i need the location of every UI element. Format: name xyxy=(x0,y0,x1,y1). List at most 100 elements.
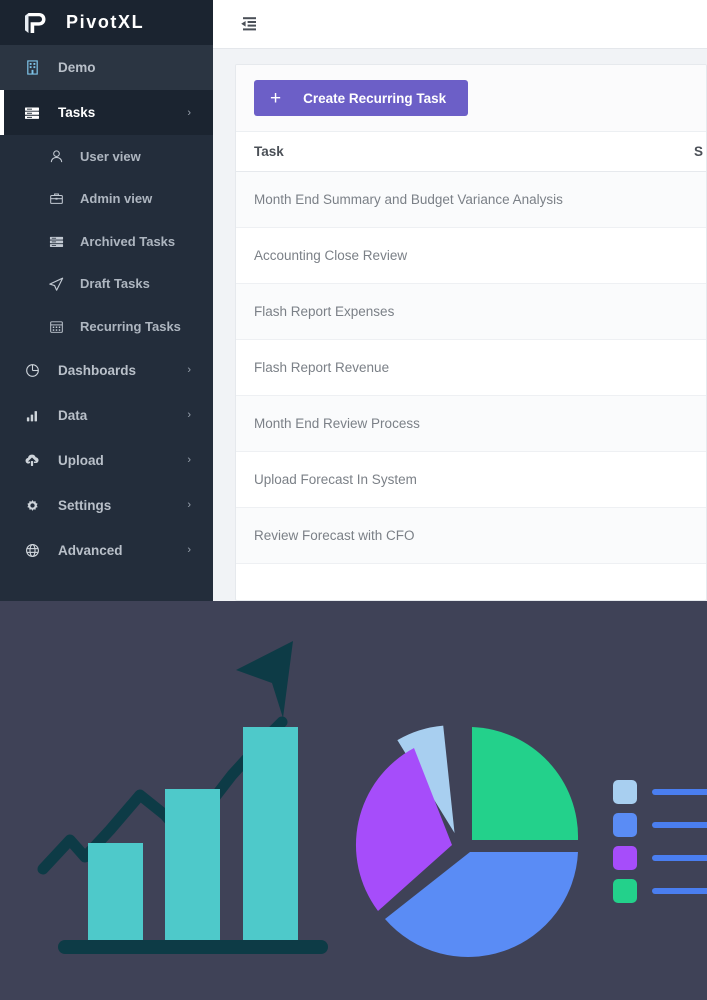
sidebar-item-data[interactable]: Data › xyxy=(0,393,213,438)
chevron-right-icon: › xyxy=(187,106,191,119)
briefcase-icon xyxy=(46,191,66,206)
legend-line-green xyxy=(652,888,707,894)
sidebar-item-draft-tasks[interactable]: Draft Tasks xyxy=(0,263,213,306)
chevron-right-icon: › xyxy=(187,499,191,511)
illustration-svg xyxy=(37,641,707,957)
sidebar-item-tasks[interactable]: Tasks › xyxy=(0,90,213,135)
collapse-sidebar-icon[interactable] xyxy=(237,13,259,35)
sidebar-item-recurring-tasks[interactable]: Recurring Tasks xyxy=(0,305,213,348)
cloud-upload-icon xyxy=(22,452,42,468)
up-right-trend-arrow-icon xyxy=(236,641,293,718)
sidebar: PivotXL Demo Tasks › User view Admin vie… xyxy=(0,0,213,601)
recurring-tasks-card: + Create Recurring Task Task S Month End… xyxy=(235,64,707,601)
sidebar-item-label: Dashboards xyxy=(58,362,137,378)
sidebar-item-upload[interactable]: Upload › xyxy=(0,438,213,483)
legend-swatch-green xyxy=(613,879,637,903)
pivotxl-logo-icon xyxy=(22,10,48,36)
cell-task-name: Upload Forecast In System xyxy=(236,451,676,508)
sidebar-item-label: Settings xyxy=(58,497,112,513)
cell-status xyxy=(676,283,706,340)
archive-stack-icon xyxy=(46,234,66,249)
illustration-legend xyxy=(613,780,707,903)
brand-header[interactable]: PivotXL xyxy=(0,0,213,45)
sidebar-item-label: Advanced xyxy=(58,542,123,558)
paper-plane-icon xyxy=(46,276,66,292)
legend-line-blue xyxy=(652,822,707,828)
building-icon xyxy=(22,60,42,75)
sidebar-item-settings[interactable]: Settings › xyxy=(0,483,213,528)
bar-chart-icon xyxy=(22,408,42,423)
cell-task-name: Accounting Close Review xyxy=(236,227,676,284)
analytics-illustration xyxy=(0,601,707,1000)
legend-swatch-blue xyxy=(613,813,637,837)
cell-status xyxy=(676,507,706,564)
app-window: PivotXL Demo Tasks › User view Admin vie… xyxy=(0,0,707,601)
main-pane: + Create Recurring Task Task S Month End… xyxy=(213,0,707,601)
cell-task-name: Month End Summary and Budget Variance An… xyxy=(236,171,676,228)
create-recurring-task-label: Create Recurring Task xyxy=(303,90,447,106)
sidebar-item-label: Demo xyxy=(58,60,96,75)
plus-icon: + xyxy=(270,87,282,109)
column-header-status[interactable]: S xyxy=(676,131,706,172)
chevron-right-icon: › xyxy=(187,544,191,556)
illustration-bar-chart xyxy=(37,641,328,954)
slice-green xyxy=(472,727,579,840)
sidebar-item-admin-view[interactable]: Admin view xyxy=(0,178,213,221)
user-icon xyxy=(46,149,66,164)
cell-task-name: Flash Report Expenses xyxy=(236,283,676,340)
sidebar-item-user-view[interactable]: User view xyxy=(0,135,213,178)
cell-task-name: Month End Review Process xyxy=(236,395,676,452)
bar-1 xyxy=(88,843,143,943)
table-row[interactable]: Month End Summary and Budget Variance An… xyxy=(236,171,706,228)
tasks-table-body: Month End Summary and Budget Variance An… xyxy=(236,171,706,564)
sidebar-subitem-label: Recurring Tasks xyxy=(80,318,181,334)
chevron-right-icon: › xyxy=(187,454,191,466)
cell-status xyxy=(676,171,706,228)
sidebar-item-dashboards[interactable]: Dashboards › xyxy=(0,348,213,393)
bar-3 xyxy=(243,727,298,943)
sidebar-item-advanced[interactable]: Advanced › xyxy=(0,528,213,573)
table-row[interactable]: Month End Review Process xyxy=(236,395,706,452)
sidebar-item-label: Data xyxy=(58,407,88,423)
table-row[interactable]: Review Forecast with CFO xyxy=(236,507,706,564)
gear-icon xyxy=(22,498,42,513)
sidebar-subitem-label: User view xyxy=(80,148,141,164)
sidebar-subitem-label: Admin view xyxy=(80,191,153,207)
screen-root: PivotXL Demo Tasks › User view Admin vie… xyxy=(0,0,707,1000)
illustration-pie-chart xyxy=(355,725,579,957)
calendar-icon xyxy=(46,319,66,334)
column-header-task[interactable]: Task xyxy=(236,131,676,172)
cell-status xyxy=(676,395,706,452)
topbar xyxy=(213,0,707,49)
cell-task-name: Flash Report Revenue xyxy=(236,339,676,396)
chevron-right-icon: › xyxy=(187,364,191,376)
content-area: + Create Recurring Task Task S Month End… xyxy=(213,49,707,601)
bar-2 xyxy=(165,789,220,943)
sidebar-subitem-label: Archived Tasks xyxy=(80,233,176,249)
sidebar-item-archived-tasks[interactable]: Archived Tasks xyxy=(0,220,213,263)
tasks-table: Task S Month End Summary and Budget Vari… xyxy=(236,131,706,564)
create-recurring-task-button[interactable]: + Create Recurring Task xyxy=(254,80,469,116)
pie-chart-icon xyxy=(22,363,42,378)
legend-line-light-blue xyxy=(652,789,707,795)
table-row[interactable]: Flash Report Expenses xyxy=(236,283,706,340)
chart-baseline xyxy=(58,940,328,954)
sidebar-item-label: Tasks xyxy=(58,105,96,120)
server-stack-icon xyxy=(22,105,42,121)
brand-name: PivotXL xyxy=(66,12,145,32)
cell-status xyxy=(676,227,706,284)
globe-icon xyxy=(22,543,42,558)
table-row[interactable]: Accounting Close Review xyxy=(236,227,706,284)
sidebar-subitem-label: Draft Tasks xyxy=(80,276,150,292)
sidebar-item-label: Upload xyxy=(58,452,104,468)
cell-status xyxy=(676,339,706,396)
legend-swatch-light-blue xyxy=(613,780,637,804)
sidebar-item-demo[interactable]: Demo xyxy=(0,45,213,90)
table-row[interactable]: Upload Forecast In System xyxy=(236,451,706,508)
cell-task-name: Review Forecast with CFO xyxy=(236,507,676,564)
legend-swatch-purple xyxy=(613,846,637,870)
chevron-right-icon: › xyxy=(187,409,191,421)
table-row[interactable]: Flash Report Revenue xyxy=(236,339,706,396)
cell-status xyxy=(676,451,706,508)
card-toolbar: + Create Recurring Task xyxy=(236,65,706,131)
